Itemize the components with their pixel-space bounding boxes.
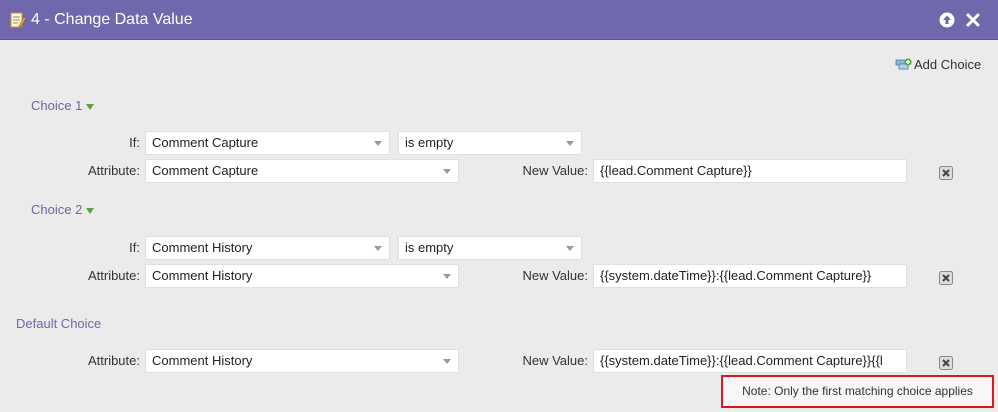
- choice-2-toggle[interactable]: Choice 2: [31, 202, 95, 218]
- choice-1-if-field-select[interactable]: Comment Capture: [145, 131, 390, 155]
- note-text: Note: Only the first matching choice app…: [742, 384, 973, 398]
- default-new-value-input[interactable]: {{system.dateTime}}:{{lead.Comment Captu…: [593, 349, 907, 373]
- dropdown-arrow-icon: [566, 141, 574, 146]
- choice-2-label: Choice 2: [31, 202, 83, 217]
- choice-1-new-value-label: New Value:: [522, 163, 588, 178]
- close-icon[interactable]: [965, 12, 981, 28]
- dropdown-arrow-icon: [443, 359, 451, 364]
- window-titlebar: 4 - Change Data Value: [0, 0, 998, 40]
- choice-2-new-value-label: New Value:: [522, 268, 588, 283]
- add-choice-label: Add Choice: [914, 56, 982, 72]
- expand-triangle-icon: [86, 103, 95, 110]
- default-delete-icon[interactable]: [939, 356, 953, 370]
- choice-2-if-field-select[interactable]: Comment History: [145, 236, 390, 260]
- dropdown-arrow-icon: [374, 246, 382, 251]
- choice-1-delete-icon[interactable]: [939, 166, 953, 180]
- collapse-up-icon[interactable]: [939, 12, 955, 28]
- dropdown-arrow-icon: [443, 169, 451, 174]
- add-choice-icon: [895, 57, 912, 69]
- choice-2-attribute-select[interactable]: Comment History: [145, 264, 459, 288]
- note-callout: Note: Only the first matching choice app…: [721, 375, 994, 408]
- dropdown-arrow-icon: [443, 274, 451, 279]
- choice-1-new-value-input[interactable]: {{lead.Comment Capture}}: [593, 159, 907, 183]
- edit-document-icon: [10, 12, 26, 28]
- default-choice-label: Default Choice: [16, 316, 102, 331]
- choice-2-if-label: If:: [129, 240, 140, 255]
- choice-2-operator-select[interactable]: is empty: [398, 236, 582, 260]
- choice-1-toggle[interactable]: Choice 1: [31, 98, 95, 114]
- choice-1-attribute-select[interactable]: Comment Capture: [145, 159, 459, 183]
- default-attribute-label: Attribute:: [87, 353, 140, 368]
- dropdown-arrow-icon: [566, 246, 574, 251]
- choice-2-attribute-label: Attribute:: [87, 268, 140, 283]
- dropdown-arrow-icon: [374, 141, 382, 146]
- expand-triangle-icon: [86, 207, 95, 214]
- choice-1-label: Choice 1: [31, 98, 83, 113]
- choice-1-operator-select[interactable]: is empty: [398, 131, 582, 155]
- window-title: 4 - Change Data Value: [31, 11, 193, 28]
- choice-2-new-value-input[interactable]: {{system.dateTime}}:{{lead.Comment Captu…: [593, 264, 907, 288]
- default-attribute-select[interactable]: Comment History: [145, 349, 459, 373]
- choice-1-if-label: If:: [129, 135, 140, 150]
- choice-1-attribute-label: Attribute:: [87, 163, 140, 178]
- add-choice-button[interactable]: Add Choice: [895, 55, 981, 73]
- choice-2-delete-icon[interactable]: [939, 271, 953, 285]
- default-new-value-label: New Value:: [522, 353, 588, 368]
